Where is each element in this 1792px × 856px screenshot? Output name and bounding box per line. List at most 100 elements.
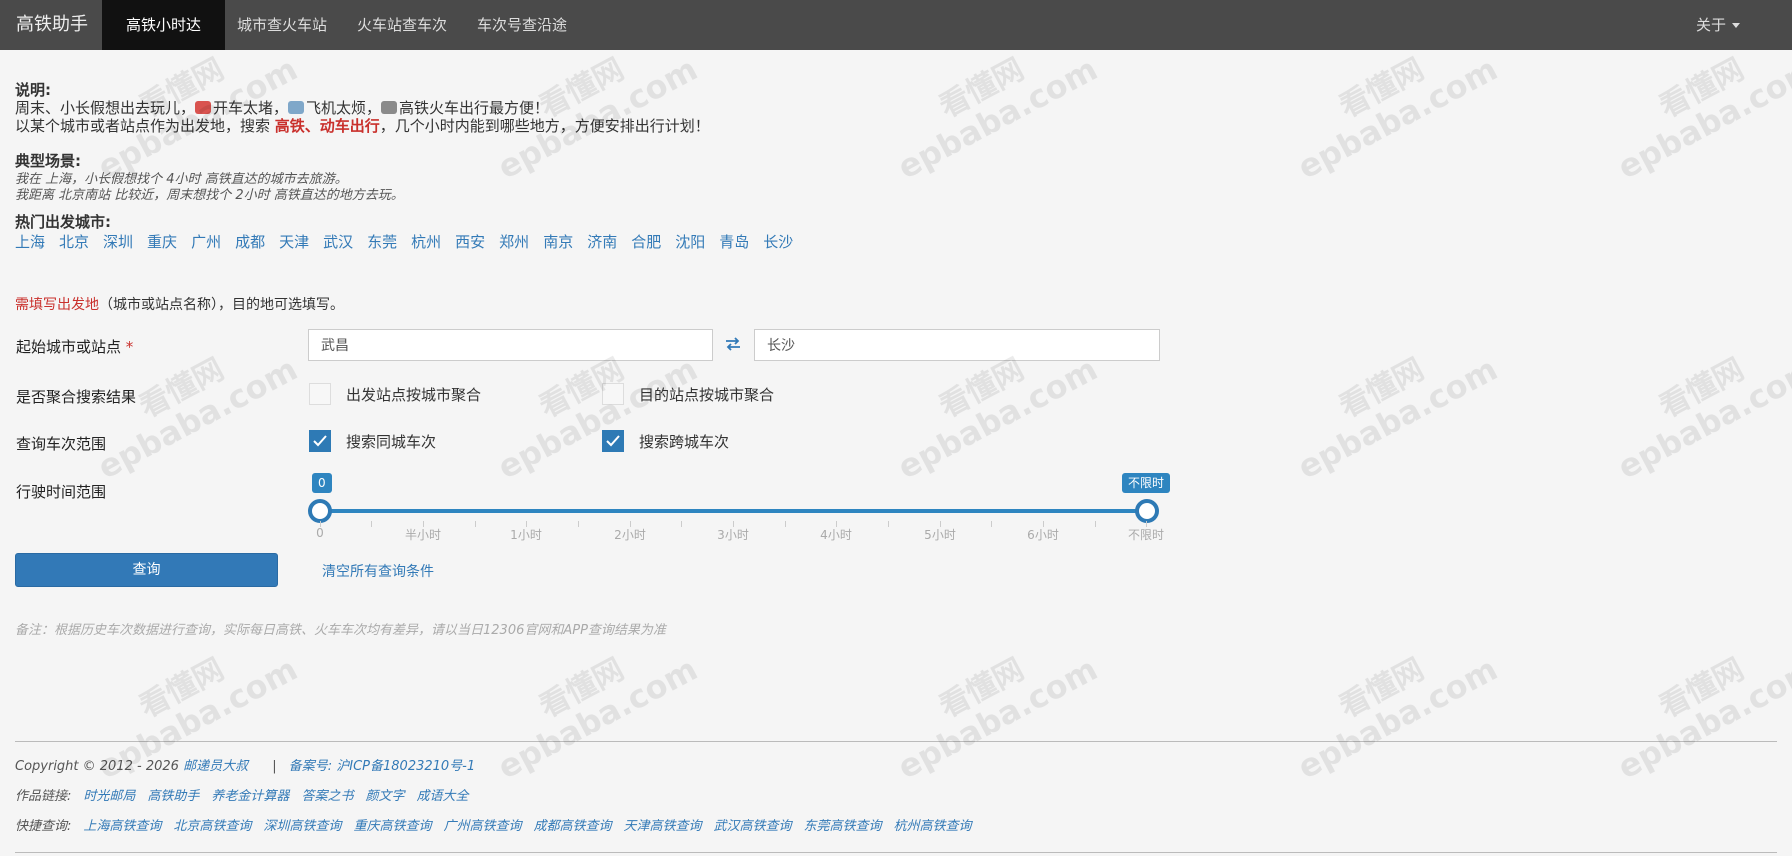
nav-tab-city-stations[interactable]: 城市查火车站 <box>237 0 327 50</box>
footer-separator: | <box>272 759 277 774</box>
city-link[interactable]: 沈阳 <box>675 233 705 251</box>
origin-label: 起始城市或站点 * <box>16 336 133 357</box>
footer-works-row: 作品链接: 时光邮局 高铁助手 养老金计算器 答案之书 颜文字 成语大全 <box>15 785 480 804</box>
quick-link[interactable]: 深圳高铁查询 <box>263 819 341 834</box>
cross-city-checkbox[interactable] <box>602 430 624 452</box>
checkmark-icon <box>313 435 327 447</box>
watermark: 看懂网 epbaba.com <box>1291 649 1504 787</box>
quick-link[interactable]: 成都高铁查询 <box>533 819 611 834</box>
aggregate-destination-checkbox[interactable] <box>602 383 624 405</box>
city-link[interactable]: 济南 <box>587 233 617 251</box>
works-link[interactable]: 答案之书 <box>301 789 353 804</box>
disclaimer-note: 备注：根据历史车次数据进行查询，实际每日高铁、火车车次均有差异，请以当日1230… <box>15 623 666 638</box>
nav-tab-high-speed-hours[interactable]: 高铁小时达 <box>102 0 226 50</box>
footer-quick-row: 快捷查询: 上海高铁查询 北京高铁查询 深圳高铁查询 重庆高铁查询 广州高铁查询 成都高铁查… <box>15 815 984 834</box>
slider-tick <box>475 521 476 527</box>
slider-tick <box>578 521 579 527</box>
works-link[interactable]: 颜文字 <box>365 789 404 804</box>
destination-input[interactable] <box>754 329 1160 361</box>
quick-link[interactable]: 上海高铁查询 <box>83 819 161 834</box>
slider-tick-label: 0 <box>316 526 324 540</box>
slider-tick-label: 不限时 <box>1127 528 1165 542</box>
slider-tick-label: 1小时 <box>510 528 542 542</box>
city-link[interactable]: 重庆 <box>147 233 177 251</box>
query-button[interactable]: 查询 <box>15 553 278 587</box>
footer-copyright-row: Copyright © 2012 - 2026 邮递员大叔 | 备案号: 沪IC… <box>15 755 487 774</box>
slider-tick-label: 5小时 <box>924 528 956 542</box>
works-link[interactable]: 高铁助手 <box>147 789 199 804</box>
same-city-checkbox[interactable] <box>309 430 331 452</box>
aggregate-destination-label: 目的站点按城市聚合 <box>639 386 775 404</box>
time-slider-track[interactable] <box>320 509 1146 513</box>
city-link[interactable]: 广州 <box>191 233 221 251</box>
copyright-text: Copyright © 2012 - 2026 <box>15 759 179 774</box>
slider-tick-label: 3小时 <box>717 528 749 542</box>
slider-min-bubble: 0 <box>312 473 332 493</box>
city-link[interactable]: 东莞 <box>367 233 397 251</box>
quick-link[interactable]: 重庆高铁查询 <box>353 819 431 834</box>
footer-divider <box>15 741 1777 742</box>
watermark: 看懂网 epbaba.com <box>891 649 1104 787</box>
slider-min-handle[interactable] <box>308 499 332 523</box>
clear-conditions-link[interactable]: 清空所有查询条件 <box>322 561 434 581</box>
quick-link[interactable]: 武汉高铁查询 <box>714 819 792 834</box>
time-range-label: 行驶时间范围 <box>16 483 107 501</box>
city-link[interactable]: 青岛 <box>719 233 749 251</box>
hot-cities-list: 上海 北京 深圳 重庆 广州 成都 天津 武汉 东莞 杭州 西安 郑州 南京 济南 合肥 沈阳 青岛 长沙 <box>15 231 807 252</box>
hot-cities-title: 热门出发城市: <box>15 213 111 231</box>
quick-link[interactable]: 广州高铁查询 <box>443 819 521 834</box>
scenario-line-2: 我距离 北京南站 比较近，周末想找个 2小时 高铁直达的地方去玩。 <box>15 188 404 203</box>
caret-down-icon <box>1732 23 1741 28</box>
city-link[interactable]: 天津 <box>279 233 309 251</box>
about-dropdown[interactable]: 关于 <box>1696 0 1741 50</box>
city-link[interactable]: 成都 <box>235 233 265 251</box>
required-star: * <box>125 338 134 356</box>
nav-tab-station-trains[interactable]: 火车站查车次 <box>357 0 447 50</box>
quick-link[interactable]: 东莞高铁查询 <box>804 819 882 834</box>
slider-tick-label: 2小时 <box>614 528 646 542</box>
quick-link[interactable]: 北京高铁查询 <box>173 819 251 834</box>
nav-tab-train-route[interactable]: 车次号查沿途 <box>477 0 567 50</box>
quick-link[interactable]: 杭州高铁查询 <box>894 819 972 834</box>
works-link[interactable]: 成语大全 <box>416 789 468 804</box>
city-link[interactable]: 上海 <box>15 233 45 251</box>
intro-highlight: 高铁、动车出行 <box>274 117 380 135</box>
quick-link[interactable]: 天津高铁查询 <box>623 819 701 834</box>
train-icon <box>381 101 398 114</box>
city-link[interactable]: 郑州 <box>499 233 529 251</box>
city-link[interactable]: 长沙 <box>763 233 793 251</box>
car-icon <box>195 101 212 114</box>
city-link[interactable]: 北京 <box>59 233 89 251</box>
quick-label: 快捷查询: <box>15 819 72 834</box>
aggregate-origin-label: 出发站点按城市聚合 <box>346 386 482 404</box>
intro-text-f: ，几个小时内能到哪些地方，方便安排出行计划！ <box>379 117 710 135</box>
slider-tick-label: 4小时 <box>820 528 852 542</box>
icp-link[interactable]: 备案号: 沪ICP备18023210号-1 <box>289 759 475 774</box>
slider-tick <box>371 521 372 527</box>
works-label: 作品链接: <box>15 789 72 804</box>
checkmark-icon <box>606 435 620 447</box>
slider-tick-label: 6小时 <box>1027 528 1059 542</box>
slider-tick <box>1095 521 1096 527</box>
slider-max-handle[interactable] <box>1135 499 1159 523</box>
about-label: 关于 <box>1696 16 1727 34</box>
city-link[interactable]: 武汉 <box>323 233 353 251</box>
slider-tick <box>681 521 682 527</box>
city-link[interactable]: 南京 <box>543 233 573 251</box>
city-link[interactable]: 杭州 <box>411 233 441 251</box>
slider-max-bubble: 不限时 <box>1122 473 1171 493</box>
city-link[interactable]: 西安 <box>455 233 485 251</box>
watermark: 看懂网 epbaba.com <box>1611 649 1792 787</box>
works-link[interactable]: 养老金计算器 <box>211 789 289 804</box>
aggregate-origin-checkbox[interactable] <box>309 383 331 405</box>
city-link[interactable]: 合肥 <box>631 233 661 251</box>
city-link[interactable]: 深圳 <box>103 233 133 251</box>
origin-input[interactable] <box>308 329 713 361</box>
slider-tick-label: 半小时 <box>404 528 442 542</box>
swap-icon[interactable] <box>725 337 741 355</box>
author-link[interactable]: 邮递员大叔 <box>183 759 248 774</box>
slider-tick <box>888 521 889 527</box>
top-navbar: 高铁助手 高铁小时达 城市查火车站 火车站查车次 车次号查沿途 关于 <box>0 0 1792 50</box>
works-link[interactable]: 时光邮局 <box>83 789 135 804</box>
brand-logo[interactable]: 高铁助手 <box>16 0 88 50</box>
